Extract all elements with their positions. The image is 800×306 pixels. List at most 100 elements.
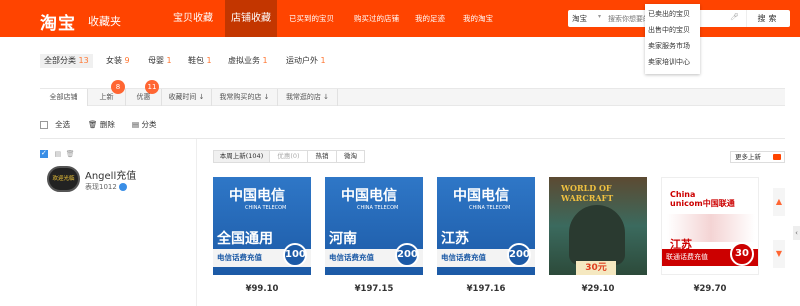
link-bought-shops[interactable]: 购买过的店铺	[354, 0, 399, 37]
select-all[interactable]: 全选	[40, 119, 70, 130]
play-icon	[773, 154, 781, 160]
unicom-logo-line: unicom中国联通	[670, 199, 735, 208]
tab-shop-favorites[interactable]: 店铺收藏	[225, 0, 277, 37]
product-card[interactable]: WORLD OF WARCRAFT 30元	[549, 177, 647, 275]
chevron-down-icon[interactable]: ▼	[773, 240, 785, 268]
product-price: ¥99.10	[245, 284, 279, 294]
product-price: ¥29.70	[693, 284, 727, 294]
category-count: 1	[320, 56, 326, 65]
checkbox-icon[interactable]	[40, 121, 48, 129]
sort-time[interactable]: 收藏时间 ↓	[162, 89, 212, 106]
category-count: 13	[78, 56, 89, 65]
chevron-down-icon[interactable]: ▾	[598, 13, 601, 20]
shop-logo[interactable]: 欢迎光临	[47, 166, 80, 192]
category-count: 1	[262, 56, 268, 65]
divider	[196, 139, 197, 306]
delete-button[interactable]: 🗑︎ 删除	[88, 119, 115, 130]
sort-all-shops[interactable]: 全部店铺	[40, 89, 88, 106]
classify-button[interactable]: ▤ 分类	[132, 119, 156, 130]
product-price: ¥197.15	[354, 284, 394, 294]
category-all[interactable]: 全部分类 13	[40, 54, 93, 68]
category-shoes-bags[interactable]: 鞋包 1	[188, 54, 212, 68]
link-my-taobao[interactable]: 我的淘宝	[463, 0, 493, 37]
shop-reputation: 表现1012	[85, 182, 128, 192]
category-baby[interactable]: 母婴 1	[148, 54, 172, 68]
tab-discount[interactable]: 优惠(0)	[270, 151, 308, 162]
more-new-label: 更多上新	[735, 153, 761, 161]
telecom-logo: 中国电信	[341, 188, 397, 204]
menu-item-selling-items[interactable]: 出售中的宝贝	[645, 22, 700, 38]
shop-tools: ▤ 🗑︎	[40, 149, 75, 158]
search-button[interactable]: 搜索	[746, 10, 790, 27]
category-outdoor[interactable]: 运动户外 1	[286, 54, 326, 68]
microphone-icon[interactable]: 🎤︎	[730, 13, 739, 21]
more-new-button[interactable]: 更多上新	[730, 151, 785, 163]
tab-item-favorites[interactable]: 宝贝收藏	[161, 0, 225, 37]
taobao-logo[interactable]: 淘宝	[40, 9, 76, 34]
product-amount: 200	[507, 243, 531, 267]
arrow-down-icon: ↓	[198, 93, 205, 101]
category-label: 全部分类	[44, 56, 76, 65]
page-title: 收藏夹	[88, 15, 121, 28]
category-count: 1	[166, 56, 172, 65]
category-label: 女装	[106, 56, 122, 65]
telecom-logo: 中国电信	[229, 188, 285, 204]
sort-frequent-visit[interactable]: 我常逛的店 ↓	[278, 89, 338, 106]
discount-count-badge: 11	[145, 80, 159, 94]
search-scope-select[interactable]: 淘宝	[572, 13, 587, 24]
product-tabs: 本周上新(104) 优惠(0) 热销 微淘	[213, 150, 365, 163]
classify-label: 分类	[141, 120, 157, 129]
chevron-left-icon[interactable]: ‹	[793, 226, 800, 240]
menu-item-seller-training[interactable]: 卖家培训中心	[645, 54, 700, 70]
product-card[interactable]: China unicom中国联通 江苏 联通话费充值 30	[661, 177, 759, 275]
arrow-down-icon: ↓	[263, 93, 270, 101]
category-label: 虚拟业务	[228, 56, 260, 65]
product-region: 河南	[329, 231, 357, 247]
select-all-label: 全选	[55, 120, 71, 129]
menu-item-seller-market[interactable]: 卖家服务市场	[645, 38, 700, 54]
product-amount: 30元	[576, 261, 616, 275]
category-virtual[interactable]: 虚拟业务 1	[228, 54, 268, 68]
product-card[interactable]: 中国电信 CHINA TELECOM 全国通用 电信话费充值 100	[213, 177, 311, 275]
product-price: ¥197.16	[466, 284, 506, 294]
verified-icon	[119, 183, 128, 191]
menu-item-sold-items[interactable]: 已卖出的宝贝	[645, 6, 700, 22]
tab-new-this-week[interactable]: 本周上新(104)	[214, 151, 270, 162]
category-label: 鞋包	[188, 56, 204, 65]
tab-hot[interactable]: 热销	[308, 151, 337, 162]
product-amount: 200	[395, 243, 419, 267]
category-label: 母婴	[148, 56, 164, 65]
link-my-footprints[interactable]: 我的足迹	[415, 0, 445, 37]
folder-icon: ▤	[132, 120, 140, 129]
new-count-badge: 8	[111, 80, 125, 94]
product-amount: 100	[283, 243, 307, 267]
link-bought-items[interactable]: 已买到的宝贝	[289, 0, 334, 37]
product-card[interactable]: 中国电信 CHINA TELECOM 江苏 电信话费充值 200	[437, 177, 535, 275]
trash-icon[interactable]: 🗑︎	[66, 150, 75, 158]
telecom-subtitle: CHINA TELECOM	[469, 205, 511, 211]
product-amount: 30	[730, 242, 754, 266]
sort-label: 我常逛的店	[285, 93, 321, 101]
tab-weitao[interactable]: 微淘	[337, 151, 364, 162]
product-card[interactable]: 中国电信 CHINA TELECOM 河南 电信话费充值 200	[325, 177, 423, 275]
divider	[40, 138, 785, 139]
sort-frequent-buy[interactable]: 我常购买的店 ↓	[212, 89, 278, 106]
category-count: 9	[124, 56, 130, 65]
seller-dropdown-menu: 已卖出的宝贝 出售中的宝贝 卖家服务市场 卖家培训中心	[645, 4, 700, 74]
delete-label: 删除	[99, 120, 115, 129]
category-count: 1	[206, 56, 212, 65]
category-label: 运动户外	[286, 56, 318, 65]
arrow-down-icon: ↓	[323, 93, 330, 101]
product-price: ¥29.10	[581, 284, 615, 294]
shop-name[interactable]: Angell充值	[85, 167, 136, 182]
folder-icon[interactable]: ▤	[55, 150, 62, 158]
game-logo: WORLD OF WARCRAFT	[561, 183, 614, 203]
telecom-logo: 中国电信	[453, 188, 509, 204]
game-character-image	[569, 205, 625, 265]
chevron-up-icon[interactable]: ▲	[773, 188, 785, 216]
telecom-subtitle: CHINA TELECOM	[245, 205, 287, 211]
reputation-label: 表现1012	[85, 183, 117, 191]
unicom-logo-line: China	[670, 190, 696, 199]
shop-checkbox[interactable]	[40, 149, 48, 158]
category-womens[interactable]: 女装 9	[106, 54, 130, 68]
